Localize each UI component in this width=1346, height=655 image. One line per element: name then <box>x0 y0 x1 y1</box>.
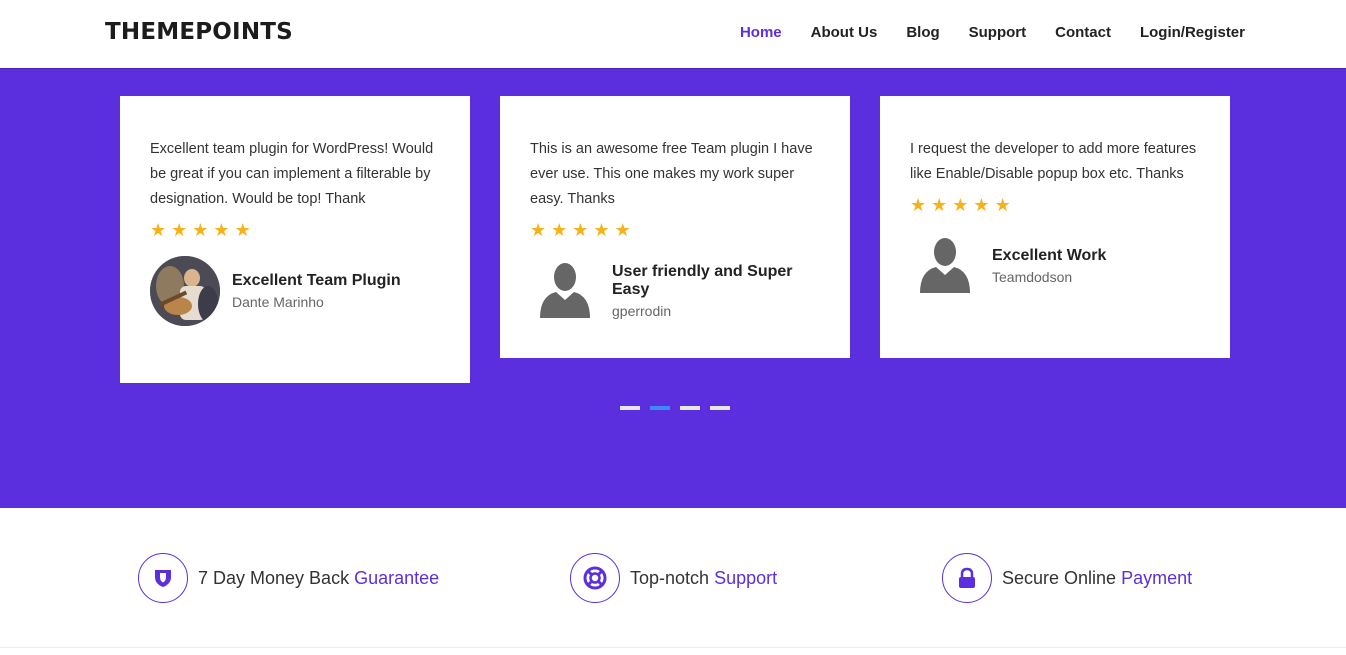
star-rating: ★ ★ ★ ★ ★ <box>910 195 1200 215</box>
star-icon: ★ <box>994 195 1011 215</box>
author-name: Dante Marinho <box>232 294 324 310</box>
feature-money-back: 7 Day Money Back Guarantee <box>138 553 439 603</box>
testimonial-quote: I request the developer to add more feat… <box>910 141 1197 182</box>
testimonial-card: Excellent team plugin for WordPress! Wou… <box>120 96 470 383</box>
star-rating: ★ ★ ★ ★ ★ <box>150 220 440 240</box>
nav-about-us[interactable]: About Us <box>811 24 878 41</box>
testimonials-section: Excellent team plugin for WordPress! Wou… <box>0 68 1346 508</box>
star-icon: ★ <box>234 220 251 240</box>
user-silhouette-icon <box>530 256 600 326</box>
star-icon: ★ <box>973 195 990 215</box>
testimonial-quote: This is an awesome free Team plugin I ha… <box>530 141 813 207</box>
testimonial-title: Excellent Team Plugin <box>232 272 401 289</box>
feature-text: Secure Online <box>1002 567 1117 588</box>
testimonial-title: User friendly and Super Easy <box>612 263 793 298</box>
nav-home[interactable]: Home <box>740 24 782 41</box>
carousel-dots <box>620 406 740 410</box>
carousel-dot[interactable] <box>680 406 700 410</box>
lock-icon <box>942 553 992 603</box>
author-name: Teamdodson <box>992 269 1073 285</box>
star-icon: ★ <box>213 220 230 240</box>
testimonial-card: This is an awesome free Team plugin I ha… <box>500 96 850 358</box>
feature-accent: Support <box>714 567 778 588</box>
star-icon: ★ <box>593 220 610 240</box>
carousel-dot-active[interactable] <box>650 406 670 410</box>
star-icon: ★ <box>171 220 188 240</box>
feature-support: Top-notch Support <box>570 553 777 603</box>
testimonial-title: Excellent Work <box>992 247 1107 264</box>
testimonial-author: User friendly and Super Easy gperrodin <box>530 256 820 326</box>
testimonial-author: Excellent Work Teamdodson <box>910 231 1200 301</box>
site-header: THEMEPOINTS Home About Us Blog Support C… <box>0 0 1346 68</box>
feature-accent: Payment <box>1121 567 1193 588</box>
carousel-dot[interactable] <box>620 406 640 410</box>
testimonial-card: I request the developer to add more feat… <box>880 96 1230 358</box>
star-icon: ★ <box>150 220 167 240</box>
star-icon: ★ <box>910 195 927 215</box>
testimonial-author: Excellent Team Plugin Dante Marinho <box>150 256 440 326</box>
star-icon: ★ <box>572 220 589 240</box>
main-nav: Home About Us Blog Support Contact Login… <box>711 24 1245 41</box>
carousel-dot[interactable] <box>710 406 730 410</box>
star-icon: ★ <box>931 195 948 215</box>
site-logo[interactable]: THEMEPOINTS <box>105 19 293 45</box>
star-icon: ★ <box>614 220 631 240</box>
feature-secure-payment: Secure Online Payment <box>942 553 1192 603</box>
nav-blog[interactable]: Blog <box>906 24 939 41</box>
author-name: gperrodin <box>612 303 672 319</box>
star-icon: ★ <box>530 220 547 240</box>
nav-login-register[interactable]: Login/Register <box>1140 24 1245 41</box>
feature-accent: Guarantee <box>354 567 440 588</box>
features-bar: 7 Day Money Back Guarantee Top-notch Sup… <box>0 508 1346 648</box>
star-icon: ★ <box>952 195 969 215</box>
star-rating: ★ ★ ★ ★ ★ <box>530 220 820 240</box>
feature-text: 7 Day Money Back <box>198 567 350 588</box>
feature-text: Top-notch <box>630 567 710 588</box>
testimonial-quote: Excellent team plugin for WordPress! Wou… <box>150 141 434 207</box>
nav-support[interactable]: Support <box>969 24 1027 41</box>
user-silhouette-icon <box>910 231 980 301</box>
avatar <box>150 256 220 326</box>
star-icon: ★ <box>551 220 568 240</box>
star-icon: ★ <box>192 220 209 240</box>
nav-contact[interactable]: Contact <box>1055 24 1111 41</box>
lifebuoy-icon <box>570 553 620 603</box>
shield-icon <box>138 553 188 603</box>
